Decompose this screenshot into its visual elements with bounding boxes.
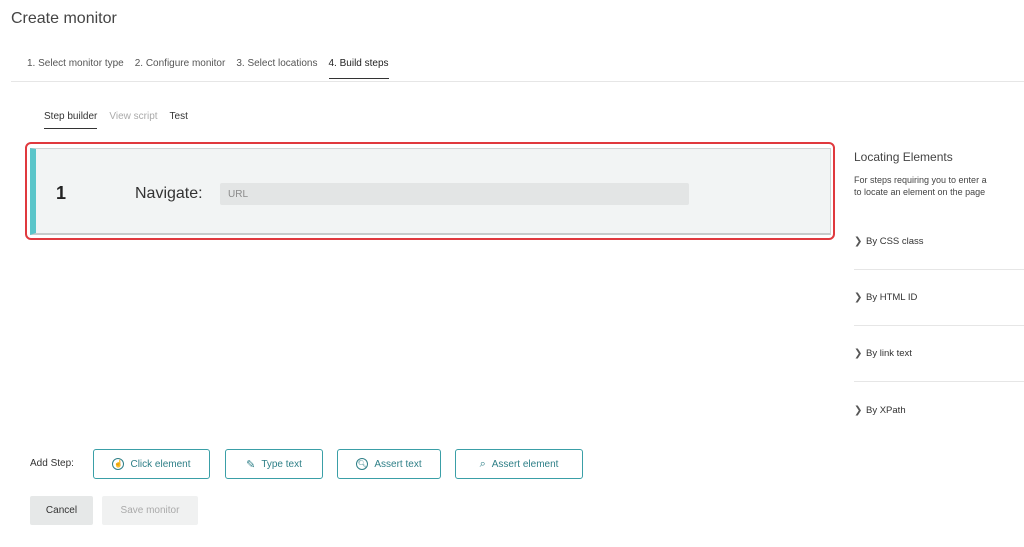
button-label: Type text bbox=[261, 458, 302, 470]
step-action-label: Navigate: bbox=[135, 185, 203, 202]
click-element-button[interactable]: ☝ Click element bbox=[93, 449, 210, 479]
accordion-by-link-text[interactable]: ❯ By link text bbox=[854, 326, 1024, 382]
button-label: Assert element bbox=[491, 458, 559, 470]
save-monitor-button: Save monitor bbox=[102, 496, 198, 525]
wizard-step-build-steps[interactable]: 4. Build steps bbox=[328, 58, 389, 79]
add-step-label: Add Step: bbox=[30, 458, 74, 469]
assert-text-icon: 🔍︎ bbox=[356, 458, 369, 470]
panel-description-line: For steps requiring you to enter a bbox=[854, 175, 987, 185]
assert-element-button[interactable]: ⌕ Assert element bbox=[455, 449, 583, 479]
accordion-label: By HTML ID bbox=[866, 292, 918, 303]
accordion-label: By link text bbox=[866, 348, 912, 359]
builder-tabs: Step builder View script Test bbox=[44, 111, 188, 129]
accordion-by-html-id[interactable]: ❯ By HTML ID bbox=[854, 270, 1024, 326]
type-text-icon: ✎ bbox=[246, 458, 256, 471]
wizard-steps: 1. Select monitor type 2. Configure moni… bbox=[27, 58, 389, 79]
cancel-button[interactable]: Cancel bbox=[30, 496, 93, 525]
tab-view-script[interactable]: View script bbox=[109, 111, 157, 129]
assert-text-button[interactable]: 🔍︎ Assert text bbox=[337, 449, 441, 479]
wizard-step-monitor-type[interactable]: 1. Select monitor type bbox=[27, 58, 124, 79]
chevron-right-icon: ❯ bbox=[854, 348, 863, 359]
step-card[interactable]: 1 Navigate: bbox=[30, 148, 831, 235]
tab-step-builder[interactable]: Step builder bbox=[44, 111, 98, 129]
chevron-right-icon: ❯ bbox=[854, 292, 863, 303]
wizard-step-locations[interactable]: 3. Select locations bbox=[236, 58, 317, 79]
page-title: Create monitor bbox=[11, 10, 117, 27]
chevron-right-icon: ❯ bbox=[854, 236, 863, 247]
locating-elements-panel: Locating Elements For steps requiring yo… bbox=[854, 150, 1024, 198]
wizard-divider bbox=[11, 81, 1024, 82]
panel-title: Locating Elements bbox=[854, 150, 953, 164]
button-label: Click element bbox=[130, 458, 191, 470]
chevron-right-icon: ❯ bbox=[854, 404, 863, 416]
click-icon: ☝ bbox=[112, 458, 125, 470]
panel-description-line: to locate an element on the page bbox=[854, 187, 986, 197]
accordion-by-css-class[interactable]: ❯ By CSS class bbox=[854, 214, 1024, 270]
search-icon: ⌕ bbox=[479, 457, 486, 470]
accordion-by-xpath[interactable]: ❯ By XPath bbox=[854, 382, 1024, 438]
tab-test[interactable]: Test bbox=[170, 111, 188, 129]
button-label: Assert text bbox=[374, 458, 422, 470]
step-number: 1 bbox=[56, 183, 67, 203]
wizard-step-configure[interactable]: 2. Configure monitor bbox=[135, 58, 226, 79]
url-input[interactable] bbox=[220, 183, 689, 205]
panel-description: For steps requiring you to enter a to lo… bbox=[854, 174, 1024, 198]
type-text-button[interactable]: ✎ Type text bbox=[225, 449, 323, 479]
accordion-label: By XPath bbox=[866, 404, 906, 416]
accordion-label: By CSS class bbox=[866, 236, 924, 247]
